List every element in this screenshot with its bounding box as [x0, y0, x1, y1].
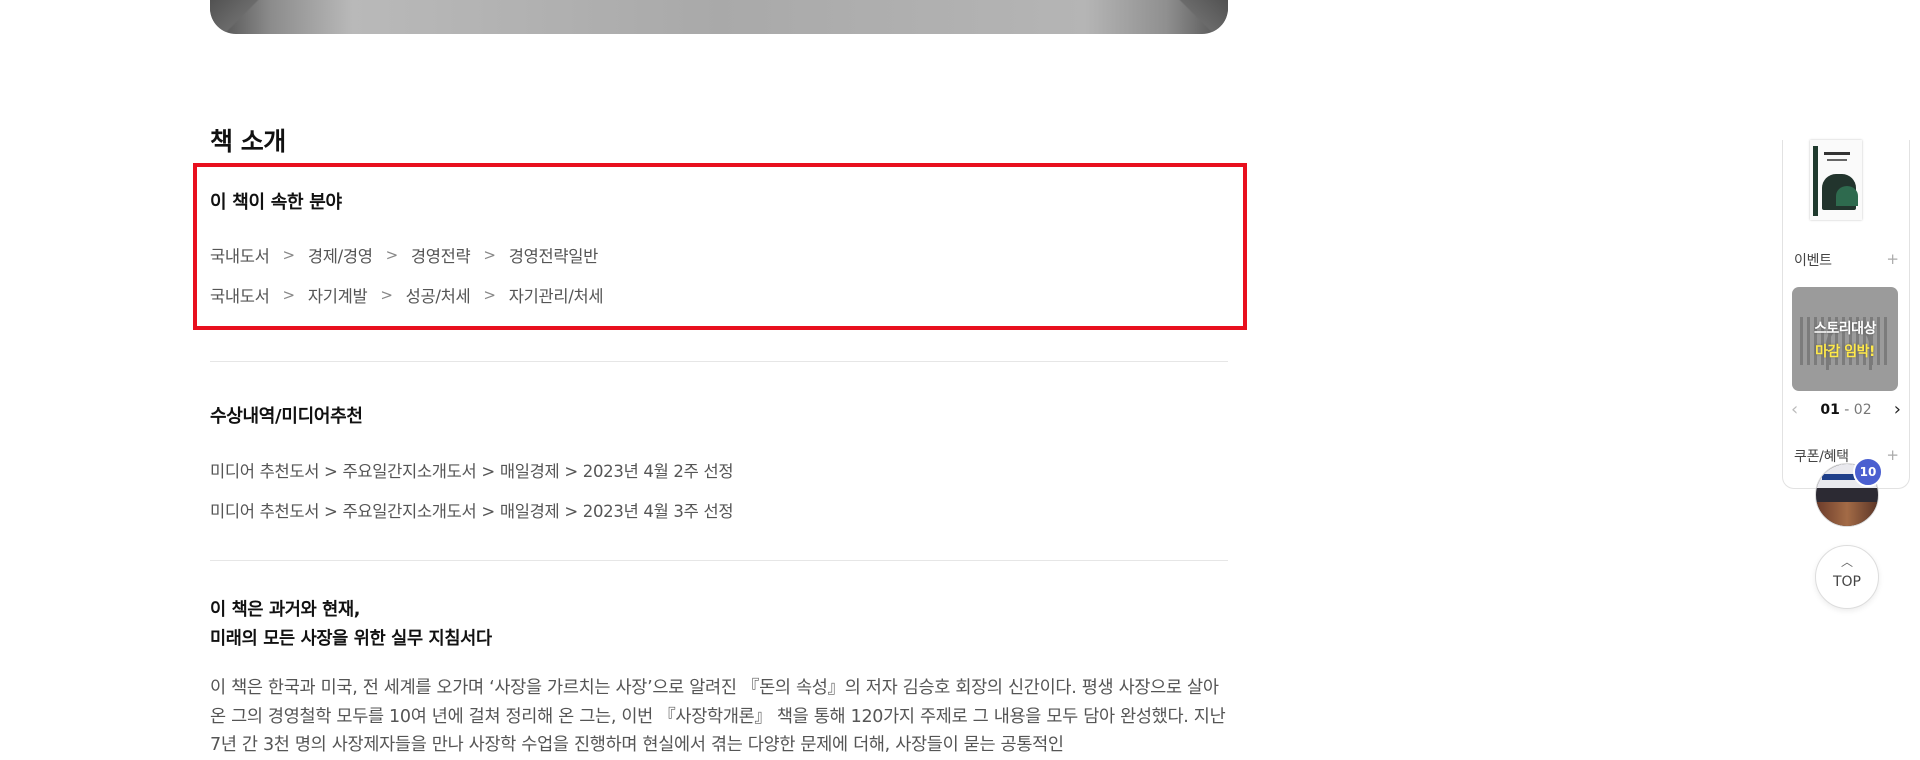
award-item: 미디어 추천도서 > 주요일간지소개도서 > 매일경제 > 2023년 4월 2…: [210, 462, 734, 481]
banner-subtitle: 마감 임박!: [1815, 344, 1875, 360]
section-title: 책 소개: [210, 127, 286, 156]
scroll-top-button[interactable]: ︿ TOP: [1815, 545, 1879, 609]
recent-cover-art: [1816, 502, 1878, 526]
pager-total: 02: [1853, 402, 1872, 418]
intro-heading-line: 미래의 모든 사장을 위한 실무 지침서다: [210, 629, 492, 649]
chevron-up-icon: ︿: [1840, 555, 1853, 569]
category-path-1: 국내도서 > 경제/경영 > 경영전략 > 경영전략일반: [210, 243, 598, 267]
chevron-right-icon[interactable]: ›: [1894, 400, 1901, 420]
chevron-right-icon: >: [282, 246, 296, 264]
top-label: TOP: [1832, 574, 1861, 590]
section-divider: [210, 361, 1228, 362]
book-thumbnail[interactable]: [1810, 140, 1862, 220]
category-path-2: 국내도서 > 자기계발 > 성공/처세 > 자기관리/처세: [210, 283, 604, 307]
book-cover-art: [1813, 146, 1818, 216]
category-link[interactable]: 국내도서: [210, 283, 270, 307]
chevron-right-icon: >: [483, 246, 496, 264]
section-divider: [210, 560, 1228, 561]
book-cover-art: [1836, 186, 1858, 206]
book-hero-image: [210, 0, 1228, 34]
chevron-right-icon: >: [380, 286, 393, 304]
category-link[interactable]: 국내도서: [210, 243, 270, 267]
category-link[interactable]: 경제/경영: [308, 243, 373, 267]
intro-heading: 이 책은 과거와 현재, 미래의 모든 사장을 위한 실무 지침서다: [210, 596, 492, 654]
plus-icon[interactable]: +: [1886, 252, 1899, 267]
event-label[interactable]: 이벤트: [1794, 250, 1832, 270]
intro-heading-line: 이 책은 과거와 현재,: [210, 600, 361, 620]
chevron-right-icon: >: [483, 286, 496, 304]
category-link[interactable]: 경영전략: [411, 243, 471, 267]
pager-counter: 01 - 02: [1783, 402, 1909, 418]
pager-separator: -: [1839, 402, 1854, 418]
plus-icon[interactable]: +: [1886, 448, 1899, 463]
category-link[interactable]: 자기관리/처세: [509, 283, 604, 307]
side-panel: 이벤트 + 스토리대상 마감 임박! ‹ 01 - 02 › 쿠폰/혜택 +: [1782, 140, 1910, 489]
chevron-right-icon: >: [385, 246, 399, 264]
award-item: 미디어 추천도서 > 주요일간지소개도서 > 매일경제 > 2023년 4월 3…: [210, 502, 734, 521]
category-link[interactable]: 경영전략일반: [509, 243, 599, 267]
awards-title: 수상내역/미디어추천: [210, 406, 363, 427]
hero-shadow-left: [210, 0, 330, 34]
chevron-right-icon: >: [282, 286, 296, 304]
category-link[interactable]: 자기계발: [308, 283, 368, 307]
event-banner[interactable]: 스토리대상 마감 임박!: [1792, 287, 1898, 391]
pager-current: 01: [1820, 402, 1840, 418]
hero-shadow-right: [1108, 0, 1228, 34]
banner-title: 스토리대상: [1814, 321, 1876, 337]
banner-pager: ‹ 01 - 02 ›: [1783, 400, 1909, 422]
book-cover-art: [1827, 159, 1847, 161]
category-link[interactable]: 성공/처세: [406, 283, 471, 307]
intro-body: 이 책은 한국과 미국, 전 세계를 오가며 ‘사장을 가르치는 사장’으로 알…: [210, 678, 1226, 755]
book-cover-art: [1824, 152, 1850, 155]
recent-count-badge: 10: [1853, 457, 1883, 487]
category-title: 이 책이 속한 분야: [210, 192, 342, 213]
